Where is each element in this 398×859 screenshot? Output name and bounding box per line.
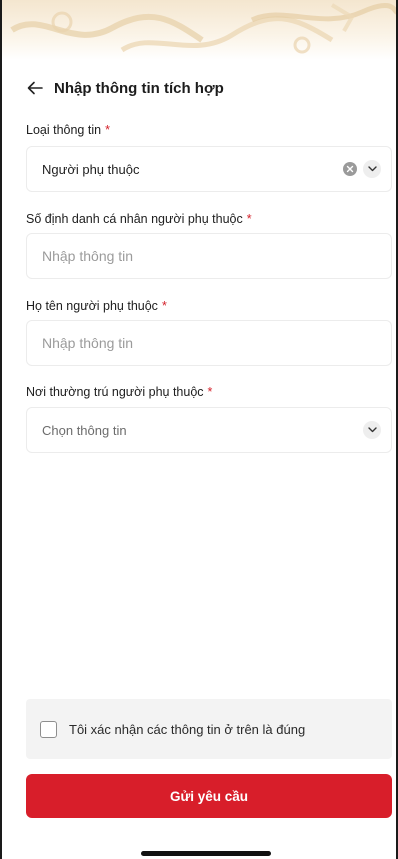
confirm-checkbox[interactable] xyxy=(40,720,57,738)
info-type-value: Người phụ thuộc xyxy=(42,161,140,177)
id-number-label-text: Số định danh cá nhân người phụ thuộc xyxy=(26,212,243,226)
header-banner xyxy=(2,0,396,60)
submit-button[interactable]: Gửi yêu cầu xyxy=(26,774,392,818)
required-mark: * xyxy=(207,385,213,399)
required-mark: * xyxy=(246,212,252,226)
page-header: Nhập thông tin tích hợp xyxy=(2,72,396,104)
full-name-label-text: Họ tên người phụ thuộc xyxy=(26,299,158,313)
clear-x-icon[interactable] xyxy=(343,162,357,176)
id-number-input[interactable]: Nhập thông tin xyxy=(26,233,392,279)
confirm-label[interactable]: Tôi xác nhận các thông tin ở trên là đún… xyxy=(69,722,305,737)
home-indicator[interactable] xyxy=(141,851,271,856)
residence-placeholder: Chọn thông tin xyxy=(42,422,127,438)
app-screen: Nhập thông tin tích hợp Loại thông tin * … xyxy=(0,0,398,859)
chevron-down-icon[interactable] xyxy=(363,160,381,178)
id-number-placeholder: Nhập thông tin xyxy=(42,248,134,264)
required-mark: * xyxy=(161,299,167,313)
arrow-left-icon[interactable] xyxy=(24,77,46,99)
info-type-label: Loại thông tin * xyxy=(26,123,110,137)
page-title: Nhập thông tin tích hợp xyxy=(54,79,224,97)
residence-label-text: Nơi thường trú người phụ thuộc xyxy=(26,385,204,399)
info-type-label-text: Loại thông tin xyxy=(26,123,102,137)
chevron-down-icon[interactable] xyxy=(363,421,381,439)
residence-label: Nơi thường trú người phụ thuộc * xyxy=(26,385,212,399)
decorative-pattern xyxy=(10,3,396,54)
id-number-label: Số định danh cá nhân người phụ thuộc * xyxy=(26,212,252,226)
submit-label: Gửi yêu cầu xyxy=(169,788,249,804)
full-name-placeholder: Nhập thông tin xyxy=(42,335,134,351)
required-mark: * xyxy=(105,123,110,137)
residence-select[interactable]: Chọn thông tin xyxy=(26,407,392,453)
info-type-select[interactable]: Người phụ thuộc xyxy=(26,146,392,192)
full-name-input[interactable]: Nhập thông tin xyxy=(26,320,392,366)
confirm-section: Tôi xác nhận các thông tin ở trên là đún… xyxy=(26,699,392,759)
full-name-label: Họ tên người phụ thuộc * xyxy=(26,299,167,313)
